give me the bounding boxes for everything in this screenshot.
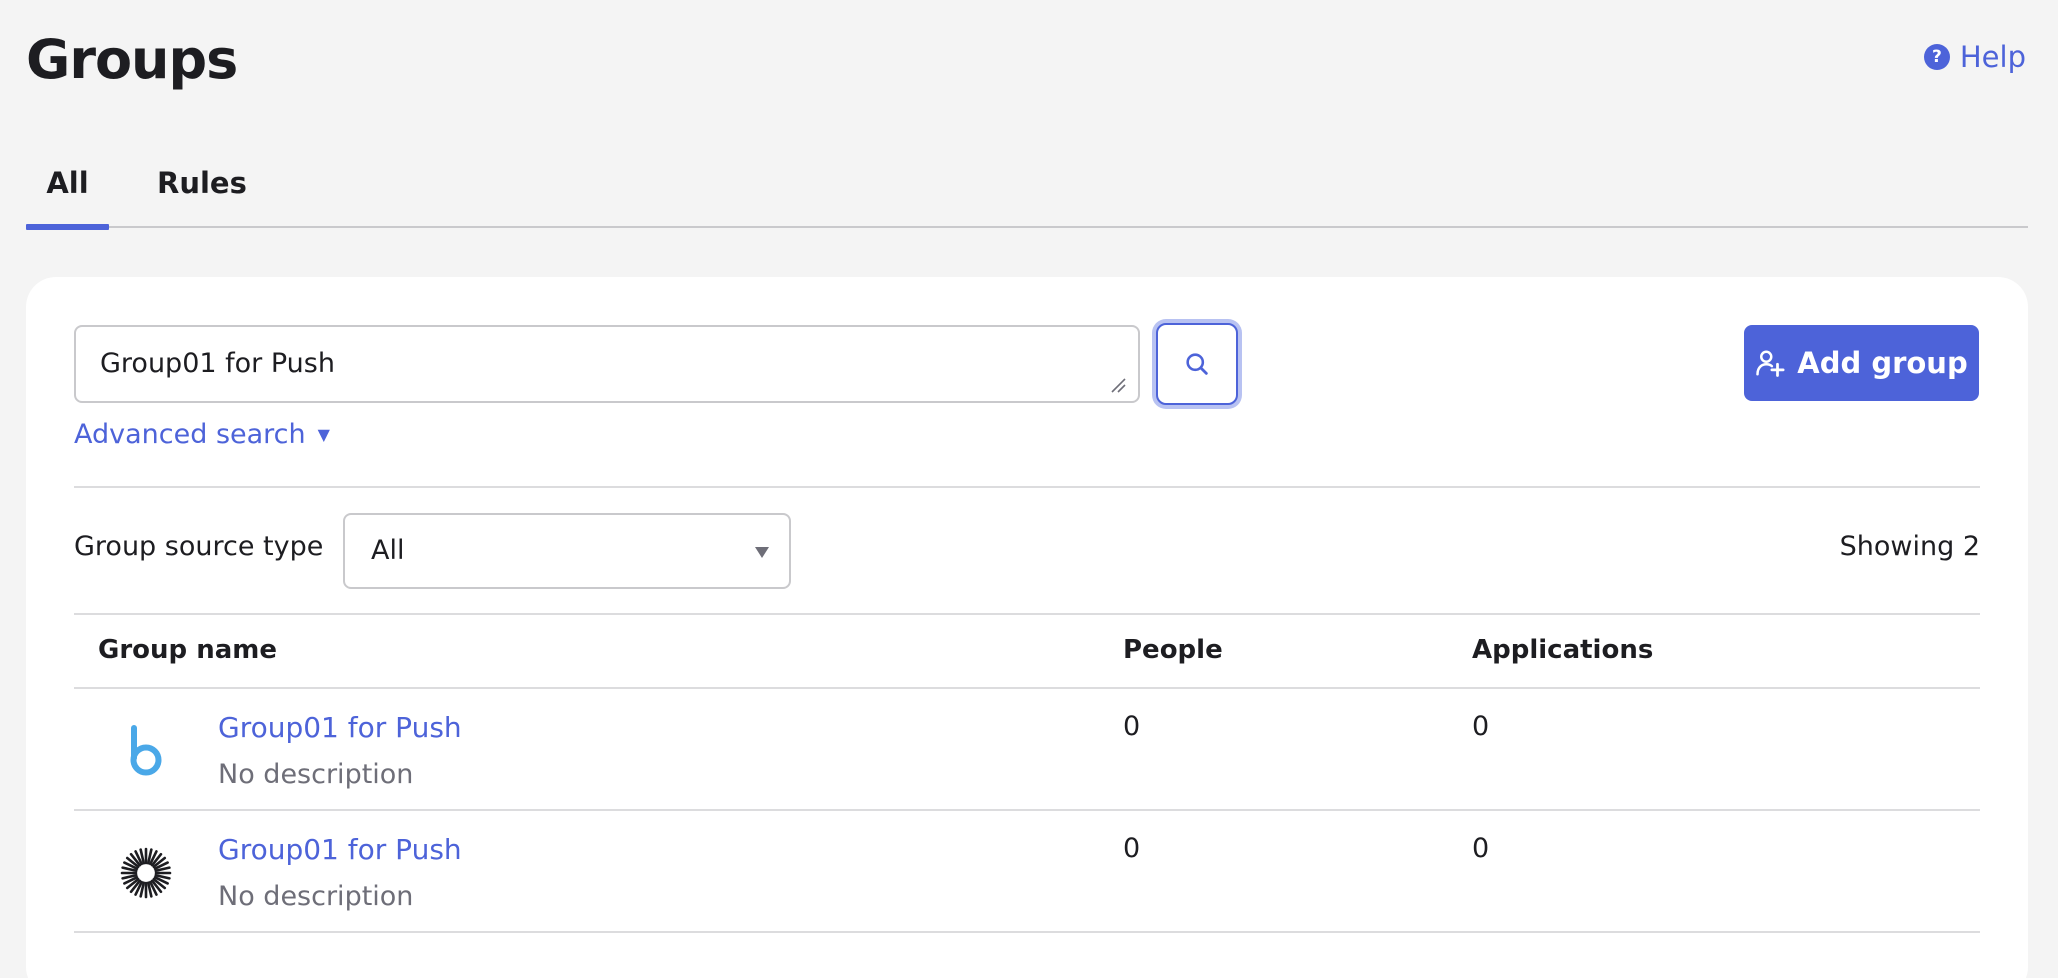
search-button[interactable]: [1152, 319, 1242, 409]
group-source-type-select[interactable]: All: [343, 513, 791, 589]
question-circle-icon: ?: [1923, 44, 1950, 70]
help-link[interactable]: ? Help: [1923, 40, 2026, 74]
search-icon: [1186, 353, 1208, 375]
search-input[interactable]: Group01 for Push: [74, 325, 1140, 403]
group-name-link[interactable]: Group01 for Push: [218, 833, 462, 866]
group-tabs: All Rules: [26, 150, 2028, 230]
chevron-down-icon: [755, 547, 769, 558]
groups-page: Groups ? Help All Rules Group01 for Push: [0, 0, 2058, 978]
caret-down-icon: ▼: [317, 425, 330, 444]
b-app-logo-icon: [114, 719, 178, 783]
results-count: Showing 2: [1839, 531, 1980, 562]
people-count: 0: [1123, 711, 1141, 742]
tab-rules[interactable]: Rules: [157, 150, 247, 228]
people-count: 0: [1123, 833, 1141, 864]
groups-card: Group01 for Push Add group Advanced sear…: [26, 277, 2028, 978]
resize-grip-icon[interactable]: [1110, 377, 1126, 393]
divider: [74, 931, 1980, 933]
table-row: Group01 for Push No description 0 0: [74, 811, 1980, 933]
add-person-icon: [1756, 350, 1785, 377]
advanced-search-toggle[interactable]: Advanced search ▼: [74, 419, 330, 450]
help-label: Help: [1959, 40, 2026, 74]
group-description: No description: [218, 881, 414, 912]
applications-count: 0: [1472, 711, 1490, 742]
column-header-group-name[interactable]: Group name: [98, 635, 277, 665]
group-name-link[interactable]: Group01 for Push: [218, 711, 462, 744]
divider: [74, 486, 1980, 488]
column-header-applications[interactable]: Applications: [1472, 635, 1653, 665]
group-description: No description: [218, 759, 414, 790]
sunburst-logo-icon: [114, 841, 178, 905]
tab-all[interactable]: All: [26, 150, 109, 230]
column-header-people[interactable]: People: [1123, 635, 1223, 665]
group-source-type-value: All: [371, 535, 405, 566]
add-group-button[interactable]: Add group: [1744, 325, 1979, 401]
applications-count: 0: [1472, 833, 1490, 864]
page-title: Groups: [26, 28, 238, 91]
table-row: Group01 for Push No description 0 0: [74, 689, 1980, 811]
divider: [74, 613, 1980, 615]
advanced-search-label: Advanced search: [74, 419, 306, 450]
group-source-type-label: Group source type: [74, 531, 324, 562]
add-group-label: Add group: [1797, 346, 1968, 380]
